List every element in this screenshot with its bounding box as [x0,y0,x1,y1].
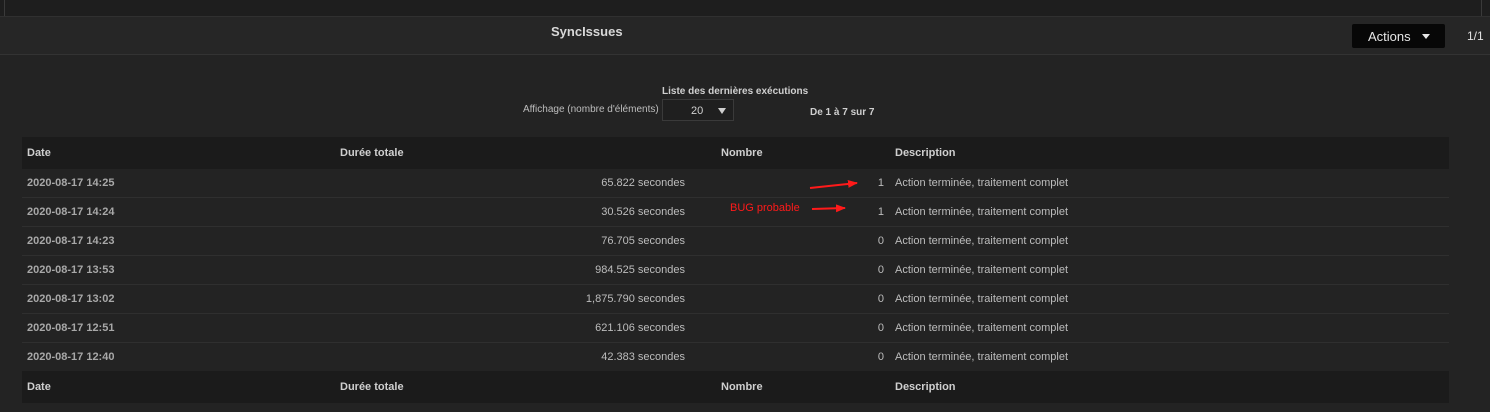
table-row: 2020-08-17 14:23 76.705 secondes 0 Actio… [22,226,1449,256]
page-title: SyncIssues [551,24,623,39]
column-footer-duration: Durée totale [334,371,703,403]
table-footer-row: Date Durée totale Nombre Description [22,371,1449,403]
table-row: 2020-08-17 12:51 621.106 secondes 0 Acti… [22,313,1449,343]
cell-duration: 65.822 secondes [334,169,703,198]
page-header [0,17,1490,55]
cell-date: 2020-08-17 12:40 [27,351,115,363]
cell-duration: 1,875.790 secondes [334,284,703,314]
cell-description: Action terminée, traitement complet [884,284,1449,314]
column-footer-date: Date [22,371,334,403]
toolbar-divider [4,0,5,16]
cell-description: Action terminée, traitement complet [884,313,1449,343]
column-header-description[interactable]: Description [884,137,1449,169]
cell-duration: 621.106 secondes [334,313,703,343]
toolbar-divider [1481,0,1482,16]
actions-button-label: Actions [1368,29,1411,44]
column-footer-count: Nombre [703,371,884,403]
cell-description: Action terminée, traitement complet [884,255,1449,285]
cell-date: 2020-08-17 13:53 [22,255,334,285]
table-row: 2020-08-17 12:40 42.383 secondes 0 Actio… [22,343,1449,372]
cell-duration: 984.525 secondes [334,255,703,285]
cell-date: 2020-08-17 13:02 [22,284,334,314]
cell-date: 2020-08-17 12:51 [22,313,334,343]
page-size-value: 20 [691,105,704,117]
cell-description: Action terminée, traitement complet [884,169,1449,198]
cell-date: 2020-08-17 14:23 [22,226,334,256]
column-header-count[interactable]: Nombre [703,137,884,169]
column-footer-description: Description [884,371,1449,403]
page-size-label: Affichage (nombre d'éléments) [523,104,659,115]
page-size-select[interactable]: 20 [662,99,734,121]
table-row: 2020-08-17 13:53 984.525 secondes 0 Acti… [22,255,1449,285]
cell-count: 0 [703,313,884,343]
cell-duration: 42.383 secondes [601,351,685,363]
cell-description: Action terminée, traitement complet [895,351,1069,363]
cell-date: 2020-08-17 14:25 [22,169,334,198]
cell-duration: 76.705 secondes [334,226,703,256]
cell-description: Action terminée, traitement complet [884,197,1449,227]
list-title: Liste des dernières exécutions [662,86,809,97]
executions-table: Date Durée totale Nombre Description 202… [22,137,1449,403]
caret-down-icon [1421,34,1430,39]
results-range: De 1 à 7 sur 7 [810,107,875,118]
column-header-date[interactable]: Date [22,137,334,169]
bug-annotation-label: BUG probable [730,202,800,214]
table-row: 2020-08-17 14:25 65.822 secondes 1 Actio… [22,169,1449,198]
cell-duration: 30.526 secondes [334,197,703,227]
column-header-duration[interactable]: Durée totale [334,137,703,169]
cell-count: 0 [703,284,884,314]
cell-count: 0 [877,351,884,363]
top-toolbar-strip [0,0,1490,17]
caret-down-icon [718,108,726,114]
table-row: 2020-08-17 13:02 1,875.790 secondes 0 Ac… [22,284,1449,314]
cell-count: 1 [703,169,884,198]
cell-count: 0 [703,255,884,285]
cell-date: 2020-08-17 14:24 [22,197,334,227]
table-header-row: Date Durée totale Nombre Description [22,137,1449,169]
page-indicator: 1/1 [1467,29,1484,43]
cell-description: Action terminée, traitement complet [884,226,1449,256]
cell-count: 0 [703,226,884,256]
actions-button[interactable]: Actions [1352,24,1445,48]
